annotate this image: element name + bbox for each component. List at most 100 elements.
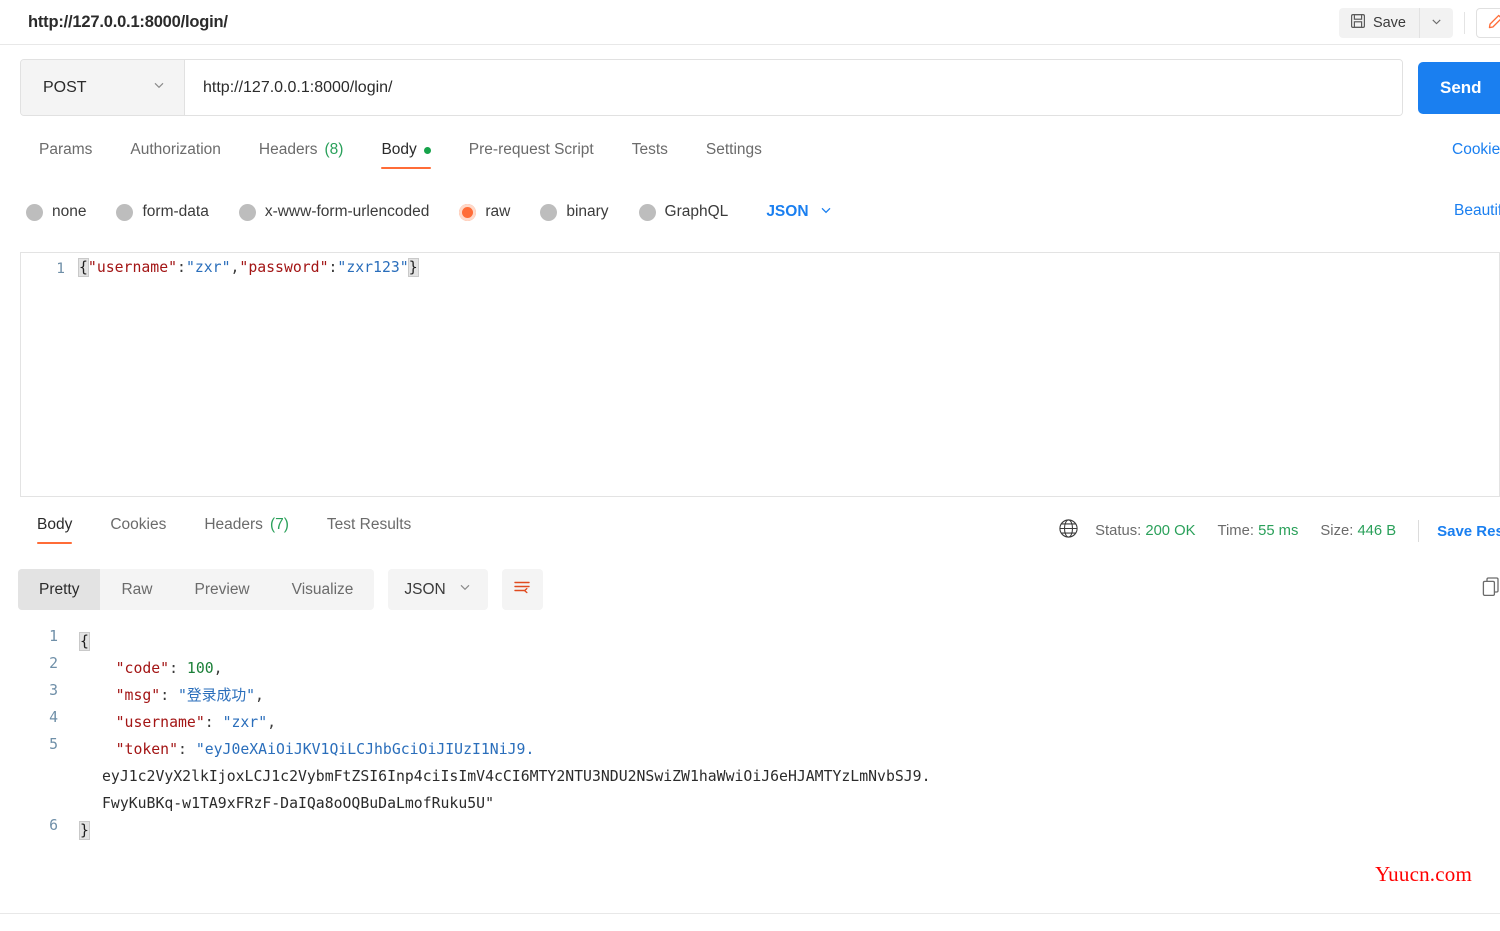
line-number: 1 — [49, 628, 58, 645]
size-value: 446 B — [1357, 523, 1397, 539]
key-code: "code" — [115, 660, 170, 677]
key-username: "username" — [87, 259, 178, 276]
close-brace: } — [407, 258, 419, 277]
save-response-link[interactable]: Save Response — [1437, 523, 1500, 540]
url-row: POST — [0, 45, 1500, 130]
response-line-wrapped: eyJ1c2VyX2lkIjoxLCJ1c2VybmFtZSI6Inp4ciIs… — [0, 763, 1500, 790]
status-divider — [1418, 520, 1420, 542]
tab-label: Cookies — [110, 516, 167, 533]
response-view-raw[interactable]: Raw — [100, 569, 173, 610]
line-number: 5 — [49, 736, 58, 753]
tab-params[interactable]: Params — [20, 133, 111, 173]
edit-request-button[interactable] — [1476, 7, 1500, 38]
response-tab-headers[interactable]: Headers (7) — [185, 508, 308, 548]
chevron-down-icon — [819, 203, 833, 222]
status-stat: Status: 200 OK — [1095, 523, 1195, 539]
tab-label: Settings — [705, 141, 762, 158]
body-format-select[interactable]: JSON — [766, 203, 832, 222]
send-button[interactable]: Send — [1418, 62, 1500, 114]
open-brace: { — [78, 258, 89, 277]
request-body-editor[interactable]: 1 {"username":"zxr","password":"zxr123"} — [20, 252, 1500, 497]
response-view-pretty[interactable]: Pretty — [18, 569, 101, 610]
word-wrap-icon — [512, 577, 532, 602]
request-tabs: Params Authorization Headers (8) Body Pr… — [0, 133, 1500, 183]
body-type-binary[interactable]: binary — [540, 203, 609, 221]
body-type-none[interactable]: none — [26, 203, 86, 221]
open-brace: { — [79, 632, 90, 651]
tab-authorization[interactable]: Authorization — [111, 133, 239, 173]
word-wrap-button[interactable] — [501, 569, 543, 610]
tab-label: Pre-request Script — [468, 141, 594, 158]
copy-response-button[interactable] — [1476, 572, 1500, 604]
response-code-line: "code": 100, — [115, 660, 223, 677]
response-view-preview[interactable]: Preview — [174, 569, 271, 610]
radio-icon — [540, 203, 558, 221]
top-bar-actions: Save — [1338, 0, 1500, 45]
response-tab-cookies[interactable]: Cookies — [91, 508, 185, 548]
url-bar: POST — [20, 59, 1403, 116]
response-status-bar: Status: 200 OK Time: 55 ms Size: 446 B S… — [1058, 518, 1500, 544]
body-type-x-www-form-urlencoded[interactable]: x-www-form-urlencoded — [238, 203, 429, 221]
tab-label: Authorization — [130, 141, 221, 158]
beautify-link[interactable]: Beautify — [1454, 202, 1500, 220]
body-type-graphql[interactable]: GraphQL — [638, 203, 728, 221]
response-tab-test-results[interactable]: Test Results — [308, 508, 430, 548]
key-msg: "msg" — [115, 687, 161, 704]
response-format-select[interactable]: JSON — [388, 569, 488, 610]
response-body-viewer[interactable]: 1 { 2 "code": 100, 3 "msg": "登录成功", 4 "u… — [0, 628, 1500, 868]
request-body-code[interactable]: {"username":"zxr","password":"zxr123"} — [78, 258, 419, 277]
tab-settings[interactable]: Settings — [687, 133, 781, 173]
response-code-line: } — [79, 817, 90, 844]
value-username: "zxr" — [222, 714, 268, 731]
tab-pre-request-script[interactable]: Pre-request Script — [450, 133, 613, 173]
chevron-down-icon — [152, 78, 166, 97]
floppy-disk-icon — [1350, 13, 1366, 33]
response-code-line: "token": "eyJ0eXAiOiJKV1QiLCJhbGciOiJIUz… — [115, 741, 535, 758]
body-type-form-data[interactable]: form-data — [116, 203, 209, 221]
value-username: "zxr" — [185, 259, 231, 276]
response-line: 1 { — [0, 628, 1500, 655]
close-brace: } — [79, 821, 90, 840]
tab-label: Tests — [631, 141, 668, 158]
key-username: "username" — [115, 714, 205, 731]
response-view-visualize[interactable]: Visualize — [271, 569, 375, 610]
response-tab-body[interactable]: Body — [18, 508, 91, 548]
tab-label: Body — [37, 516, 73, 533]
radio-selected-icon — [459, 203, 477, 221]
time-value: 55 ms — [1258, 523, 1299, 539]
radio-icon — [638, 203, 656, 221]
body-type-label: raw — [485, 203, 511, 220]
response-line: 3 "msg": "登录成功", — [0, 682, 1500, 709]
response-code-line: { — [79, 628, 90, 655]
body-type-row: none form-data x-www-form-urlencoded raw… — [0, 192, 1500, 232]
response-code-line: "msg": "登录成功", — [115, 687, 264, 704]
body-type-label: form-data — [142, 203, 209, 220]
body-modified-dot-icon — [423, 146, 431, 154]
watermark: Yuucn.com — [1375, 862, 1472, 886]
request-line-number: 1 — [56, 261, 65, 277]
body-type-raw[interactable]: raw — [459, 203, 510, 221]
tab-body[interactable]: Body — [362, 133, 449, 173]
save-button[interactable]: Save — [1338, 7, 1419, 38]
response-toolbar: Pretty Raw Preview Visualize JSON — [18, 569, 543, 610]
response-line: 5 "token": "eyJ0eXAiOiJKV1QiLCJhbGciOiJI… — [0, 736, 1500, 763]
cookies-link[interactable]: Cookies — [1452, 141, 1500, 159]
response-line: 2 "code": 100, — [0, 655, 1500, 682]
line-number: 2 — [49, 655, 58, 672]
tab-headers[interactable]: Headers (8) — [240, 133, 363, 173]
copy-icon — [1481, 575, 1500, 602]
save-options-button[interactable] — [1419, 7, 1453, 38]
tab-count: (8) — [324, 141, 344, 158]
tab-tests[interactable]: Tests — [613, 133, 687, 173]
line-number: 6 — [49, 817, 58, 834]
url-input[interactable] — [185, 60, 1402, 115]
toolbar-divider — [1464, 11, 1465, 34]
bottom-divider — [0, 913, 1500, 914]
postman-window: http://127.0.0.1:8000/login/ Save POST h… — [0, 0, 1500, 931]
response-view-segmented-control: Pretty Raw Preview Visualize — [18, 569, 375, 610]
radio-icon — [238, 203, 256, 221]
http-method-select[interactable]: POST — [21, 60, 185, 115]
radio-icon — [116, 203, 134, 221]
status-value: 200 OK — [1145, 523, 1196, 539]
pencil-icon — [1487, 13, 1500, 33]
